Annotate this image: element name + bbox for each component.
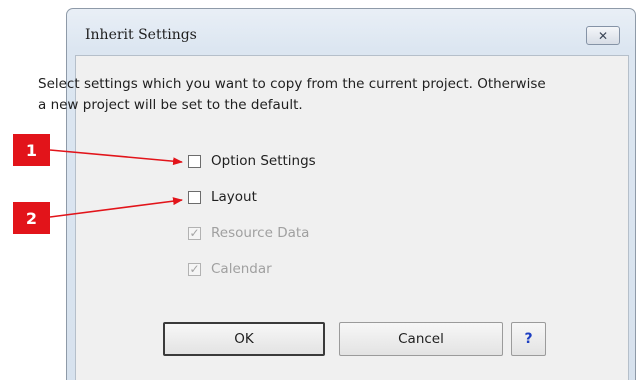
- annotation-marker-1: 1: [13, 134, 50, 166]
- annotation-marker-2: 2: [13, 202, 50, 234]
- layout-checkbox[interactable]: [188, 190, 201, 204]
- cancel-button[interactable]: Cancel: [339, 322, 503, 356]
- calendar-checkbox: ✓: [188, 262, 201, 276]
- option-settings-row[interactable]: Option Settings: [188, 153, 316, 169]
- resource-data-row: ✓ Resource Data: [188, 225, 309, 241]
- calendar-row: ✓ Calendar: [188, 261, 272, 277]
- option-settings-label: Option Settings: [211, 153, 316, 169]
- close-button[interactable]: ✕: [586, 26, 620, 45]
- title-bar: Inherit Settings ✕: [67, 9, 635, 55]
- option-settings-checkbox[interactable]: [188, 154, 201, 168]
- calendar-label: Calendar: [211, 261, 272, 277]
- layout-row[interactable]: Layout: [188, 189, 257, 205]
- resource-data-label: Resource Data: [211, 225, 310, 241]
- layout-label: Layout: [211, 189, 257, 205]
- dialog-title: Inherit Settings: [85, 27, 197, 43]
- help-button[interactable]: ?: [511, 322, 546, 356]
- resource-data-checkbox: ✓: [188, 226, 201, 240]
- dialog-description: Select settings which you want to copy f…: [38, 76, 546, 113]
- ok-button[interactable]: OK: [163, 322, 325, 356]
- close-icon: ✕: [597, 28, 609, 43]
